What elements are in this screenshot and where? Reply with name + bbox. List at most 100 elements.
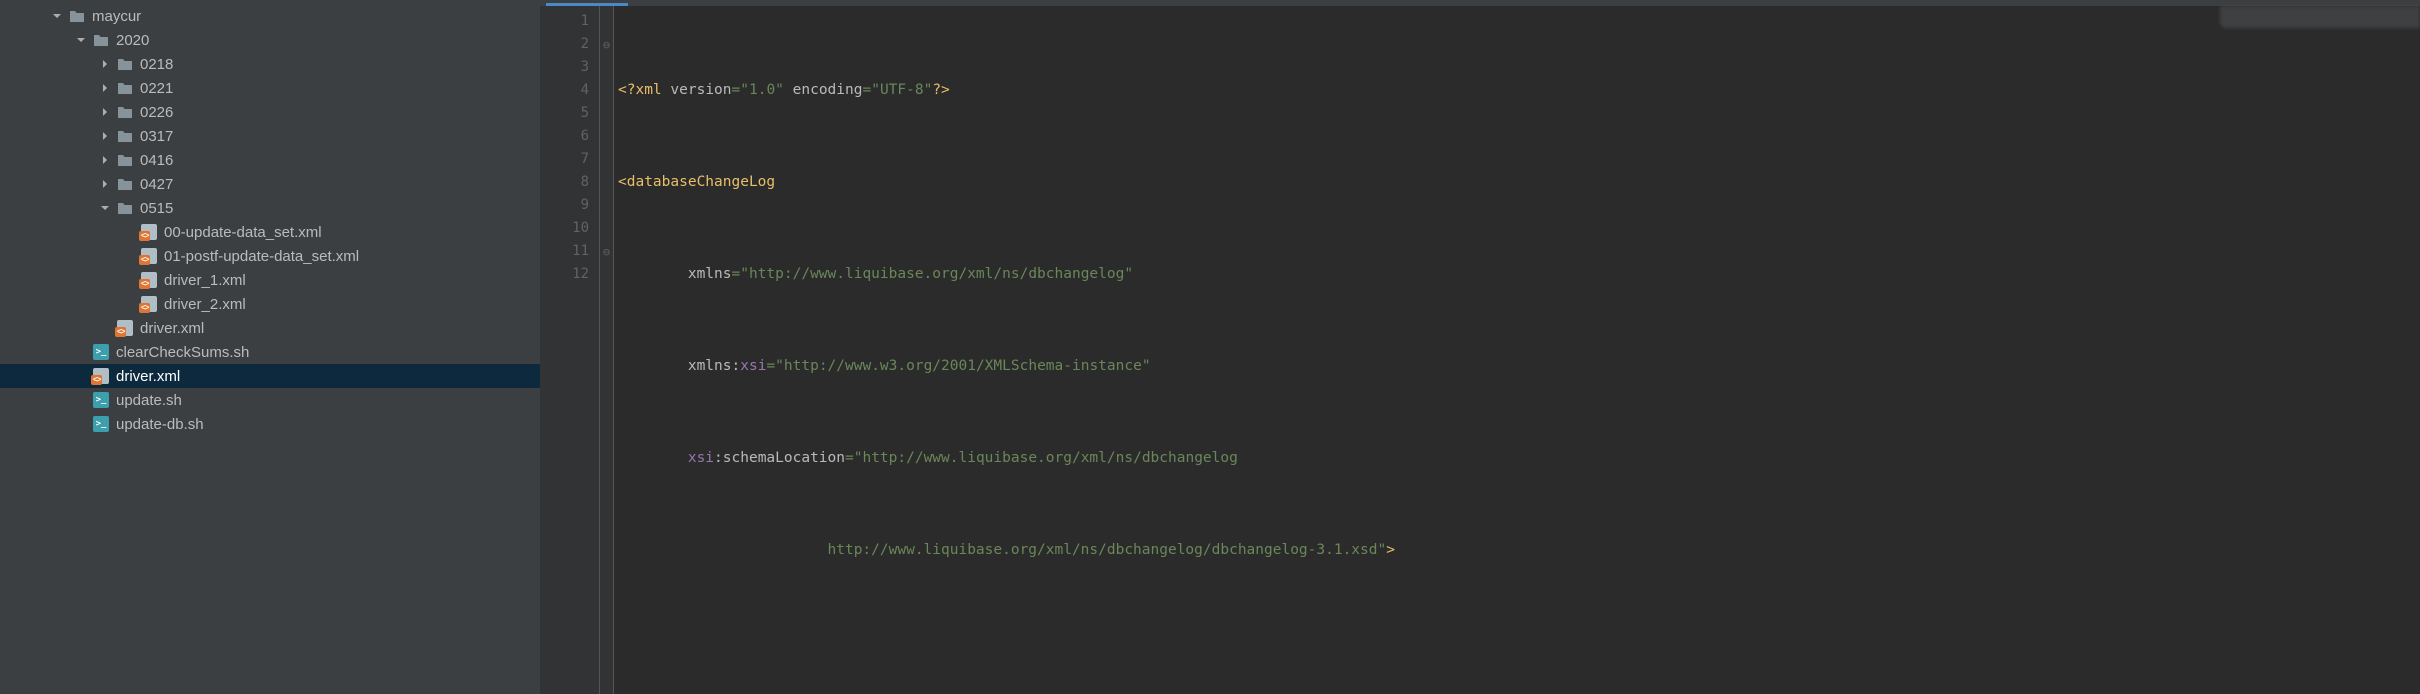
tree-item-label: 2020 [116, 32, 149, 49]
tree-item-01-postf-update-data-set-xml[interactable]: 01-postf-update-data_set.xml [0, 244, 540, 268]
tree-item-0416[interactable]: 0416 [0, 148, 540, 172]
tree-item-update-db-sh[interactable]: update-db.sh [0, 412, 540, 436]
fold-toggle-icon[interactable]: ⊖ [600, 33, 613, 56]
tree-item-driver-2-xml[interactable]: driver_2.xml [0, 292, 540, 316]
line-number[interactable]: 3 [540, 56, 589, 79]
expander-placeholder [74, 417, 88, 431]
pi-name: xml [635, 82, 661, 98]
folder-icon [116, 55, 134, 73]
line-number[interactable]: 11 [540, 240, 589, 263]
fold-toggle-icon[interactable]: ⊖ [600, 240, 613, 263]
expander-icon[interactable] [98, 129, 112, 143]
project-tree[interactable]: maycur 2020 02180221 0226 031704160427051500… [0, 0, 540, 694]
line-number[interactable]: 10 [540, 217, 589, 240]
code-editor[interactable]: <?xml version="1.0" encoding="UTF-8"?> <… [614, 6, 2420, 694]
line-number[interactable]: 2 [540, 33, 589, 56]
expander-placeholder [122, 273, 136, 287]
shell-file-icon [92, 391, 110, 409]
line-number[interactable]: 1 [540, 10, 589, 33]
folder-icon [116, 175, 134, 193]
expander-icon[interactable] [98, 153, 112, 167]
app-root: maycur 2020 02180221 0226 031704160427051500… [0, 0, 2420, 694]
xml-file-icon [140, 295, 158, 313]
shell-file-icon [92, 343, 110, 361]
expander-icon[interactable] [74, 33, 88, 47]
line-number[interactable]: 7 [540, 148, 589, 171]
tree-item-driver-1-xml[interactable]: driver_1.xml [0, 268, 540, 292]
fold-placeholder [600, 148, 613, 171]
expander-icon[interactable] [98, 57, 112, 71]
tree-item-label: driver.xml [116, 368, 180, 385]
tree-item-0427[interactable]: 0427 [0, 172, 540, 196]
expander-placeholder [98, 321, 112, 335]
val-schemaloc-1: "http://www.liquibase.org/xml/ns/dbchang… [854, 450, 1238, 466]
tree-item-2020[interactable]: 2020 [0, 28, 540, 52]
tree-item-maycur[interactable]: maycur [0, 4, 540, 28]
tree-item-label: 0226 [140, 104, 173, 121]
expander-icon[interactable] [98, 105, 112, 119]
tree-item-clearCheckSums-sh[interactable]: clearCheckSums.sh [0, 340, 540, 364]
tree-item-label: driver.xml [140, 320, 204, 337]
tree-item-0515[interactable]: 0515 [0, 196, 540, 220]
xml-file-icon [92, 367, 110, 385]
fold-placeholder [600, 263, 613, 286]
eq: = [732, 266, 741, 282]
eq: = [862, 82, 871, 98]
val-xmlns: "http://www.liquibase.org/xml/ns/dbchang… [740, 266, 1133, 282]
tree-item-0317[interactable]: 0317 [0, 124, 540, 148]
pi-close: ?> [932, 82, 949, 98]
expander-icon[interactable] [50, 9, 64, 23]
xml-file-icon [140, 247, 158, 265]
attr-ns-prefix: xmlns: [688, 358, 740, 374]
expander-icon[interactable] [98, 201, 112, 215]
tree-item-driver-xml[interactable]: driver.xml [0, 316, 540, 340]
fold-gutter[interactable]: ⊖⊖ [600, 6, 614, 694]
folder-icon [68, 7, 86, 25]
line-number[interactable]: 4 [540, 79, 589, 102]
expander-placeholder [122, 225, 136, 239]
tree-item-00-update-data-set-xml[interactable]: 00-update-data_set.xml [0, 220, 540, 244]
attr-xmlns: xmlns [688, 266, 732, 282]
indent [618, 266, 688, 282]
tree-item-label: driver_2.xml [164, 296, 246, 313]
floating-widget[interactable] [2220, 6, 2420, 28]
eq: = [732, 82, 741, 98]
folder-icon [116, 127, 134, 145]
tree-item-label: update.sh [116, 392, 182, 409]
tree-item-0226[interactable]: 0226 [0, 100, 540, 124]
fold-placeholder [600, 56, 613, 79]
line-number[interactable]: 9 [540, 194, 589, 217]
folder-icon [116, 151, 134, 169]
tree-item-label: maycur [92, 8, 141, 25]
expander-icon[interactable] [98, 177, 112, 191]
xml-file-icon [140, 223, 158, 241]
editor-body: 123456789101112 ⊖⊖ <?xml version="1.0" e… [540, 6, 2420, 694]
tree-item-update-sh[interactable]: update.sh [0, 388, 540, 412]
colon: : [714, 450, 723, 466]
fold-placeholder [600, 10, 613, 33]
line-number[interactable]: 8 [540, 171, 589, 194]
attr-ns-prefix: xsi [688, 450, 714, 466]
tree-item-0221[interactable]: 0221 [0, 76, 540, 100]
val-version: "1.0" [740, 82, 784, 98]
indent [618, 542, 828, 558]
tree-item-0218[interactable]: 0218 [0, 52, 540, 76]
line-number-gutter[interactable]: 123456789101112 [540, 6, 600, 694]
shell-file-icon [92, 415, 110, 433]
tag-close: > [1386, 542, 1395, 558]
line-number[interactable]: 6 [540, 125, 589, 148]
expander-placeholder [74, 369, 88, 383]
val-xsi: "http://www.w3.org/2001/XMLSchema-instan… [775, 358, 1150, 374]
tree-item-label: update-db.sh [116, 416, 204, 433]
folder-icon [116, 79, 134, 97]
line-number[interactable]: 5 [540, 102, 589, 125]
fold-placeholder [600, 79, 613, 102]
eq: = [845, 450, 854, 466]
expander-icon[interactable] [98, 81, 112, 95]
editor-area: 123456789101112 ⊖⊖ <?xml version="1.0" e… [540, 0, 2420, 694]
tree-item-driver-xml[interactable]: driver.xml [0, 364, 540, 388]
line-number[interactable]: 12 [540, 263, 589, 286]
fold-placeholder [600, 217, 613, 240]
fold-placeholder [600, 171, 613, 194]
tree-item-label: 01-postf-update-data_set.xml [164, 248, 359, 265]
